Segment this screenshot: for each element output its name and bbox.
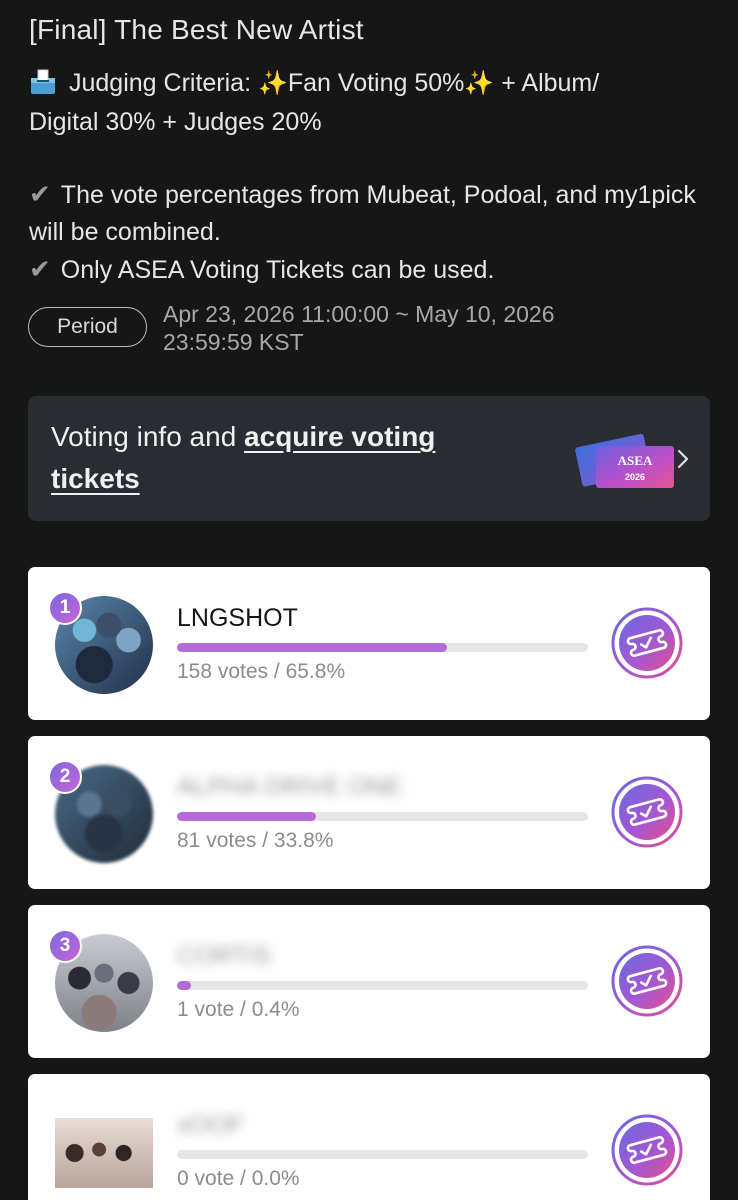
note-item: ✔ The vote percentages from Mubeat, Podoa… <box>29 179 696 246</box>
vote-ticket-button[interactable] <box>610 775 684 849</box>
vote-count: 1 vote / 0.4% <box>177 998 300 1021</box>
artist-avatar <box>55 1118 153 1188</box>
candidate-card[interactable]: 2 ALPHA DRIVE ONE 81 votes / 33.8% <box>28 736 710 889</box>
vote-count: 158 votes / 65.8% <box>177 660 346 683</box>
judging-criteria: Judging Criteria: ✨Fan Voting 50%✨ + Alb… <box>29 64 719 141</box>
check-icon: ✔ <box>29 179 51 209</box>
artist-name: ALPHA DRIVE ONE <box>177 773 403 801</box>
vote-count: 0 vote / 0.0% <box>177 1167 300 1190</box>
candidate-card[interactable]: 3 CORTIS 1 vote / 0.4% <box>28 905 710 1058</box>
criteria-rest-line2: Digital 30% + Judges 20% <box>29 108 322 136</box>
voting-info-text: Voting info and acquire voting tickets <box>51 421 436 494</box>
period-badge: Period <box>28 307 147 347</box>
vote-progress-bar <box>177 812 588 821</box>
page-title: [Final] The Best New Artist <box>29 14 364 45</box>
voting-ticket-illustration: ASEA 2026 <box>575 433 674 488</box>
ticket-logo-text: ASEA <box>618 453 653 468</box>
criteria-fan-voting: Fan Voting 50% <box>287 69 465 97</box>
artist-name: LNGSHOT <box>177 604 298 632</box>
ballot-box-icon <box>31 69 55 94</box>
artist-name: xOOF <box>177 1111 244 1139</box>
vote-notes: ✔ The vote percentages from Mubeat, Podoa… <box>29 176 719 289</box>
rank-badge: 1 <box>48 591 82 625</box>
vote-ticket-button[interactable] <box>610 944 684 1018</box>
rank-badge: 2 <box>48 760 82 794</box>
period-dates: Apr 23, 2026 11:00:00 ~ May 10, 2026 23:… <box>163 301 555 355</box>
check-icon: ✔ <box>29 254 51 284</box>
ticket-year-text: 2026 <box>625 472 645 482</box>
candidate-card[interactable]: 1 LNGSHOT 158 votes / 65.8% <box>28 567 710 720</box>
criteria-prefix: Judging Criteria: <box>69 69 252 97</box>
candidate-card[interactable]: xOOF 0 vote / 0.0% <box>28 1074 710 1200</box>
sparkles-icon: ✨ <box>257 70 288 97</box>
criteria-rest: + Album/ <box>501 69 600 97</box>
vote-progress-bar <box>177 643 588 652</box>
vote-ticket-button[interactable] <box>610 1113 684 1187</box>
vote-progress-bar <box>177 1150 588 1159</box>
vote-progress-bar <box>177 981 588 990</box>
artist-name: CORTIS <box>177 942 271 970</box>
vote-count: 81 votes / 33.8% <box>177 829 334 852</box>
chevron-right-icon[interactable] <box>676 448 690 470</box>
sparkles-icon: ✨ <box>464 70 495 97</box>
vote-ticket-button[interactable] <box>610 606 684 680</box>
rank-badge: 3 <box>48 929 82 963</box>
voting-info-banner[interactable]: Voting info and acquire voting tickets A… <box>28 396 710 521</box>
note-item: ✔ Only ASEA Voting Tickets can be used. <box>29 254 495 284</box>
